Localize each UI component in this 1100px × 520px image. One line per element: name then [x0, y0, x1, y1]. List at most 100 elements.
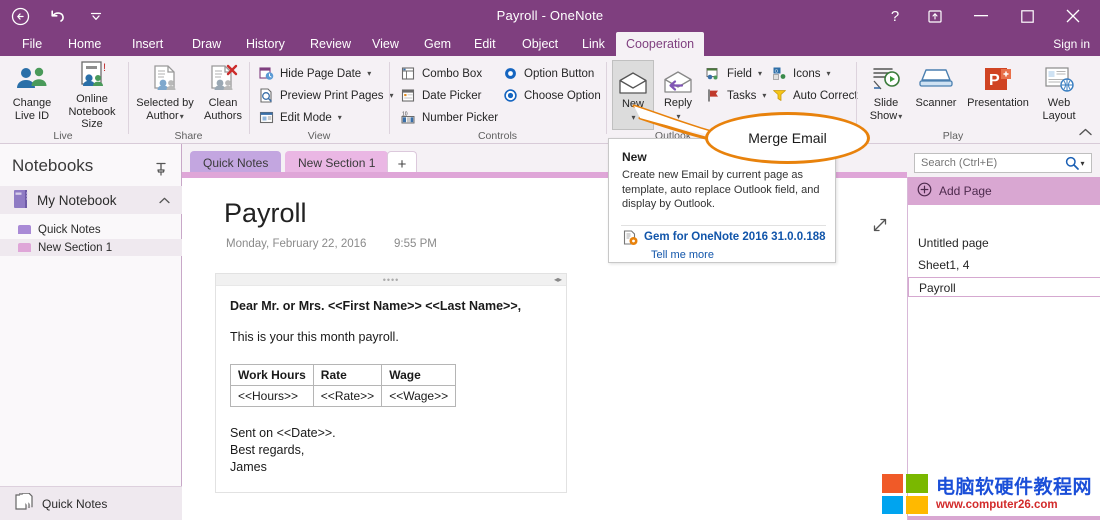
tab-object[interactable]: Object [512, 32, 568, 56]
clean-authors-button[interactable]: CleanAuthors [198, 60, 248, 130]
collapse-ribbon-icon[interactable] [1079, 128, 1092, 139]
tab-file[interactable]: File [12, 32, 52, 56]
page-list-item-sheet1[interactable]: Sheet1, 4 [908, 255, 1100, 275]
number-picker-label: Number Picker [422, 112, 498, 124]
search-box[interactable]: ▾ [914, 153, 1092, 173]
close-icon[interactable] [1050, 2, 1096, 30]
notebook-item-my-notebook[interactable]: My Notebook [0, 186, 182, 214]
selected-by-author-button[interactable]: Selected byAuthor▾ [132, 60, 198, 130]
page-date[interactable]: Monday, February 22, 2016 [226, 238, 366, 250]
note-body[interactable]: Dear Mr. or Mrs. <<First Name>> <<Last N… [216, 286, 566, 492]
chevron-down-icon[interactable]: ▾ [367, 69, 371, 78]
title-bar: Payroll - OneNote ? [0, 0, 1100, 32]
minimize-icon[interactable] [958, 2, 1004, 30]
chevron-up-icon[interactable] [159, 193, 170, 207]
help-icon[interactable]: ? [878, 2, 912, 30]
svg-text:O: O [775, 68, 779, 73]
clean-authors-icon [207, 60, 239, 94]
pin-icon[interactable] [155, 162, 167, 179]
preview-print-pages-label: Preview Print Pages [280, 90, 384, 102]
selected-by-author-label-1: Selected by [136, 97, 193, 109]
option-button-button[interactable]: Option Button [499, 63, 597, 84]
date-picker-button[interactable]: Date Picker [397, 85, 484, 106]
clean-authors-label-2: Authors [204, 110, 242, 122]
chevron-down-icon[interactable]: ▾ [180, 112, 184, 121]
chevron-down-icon[interactable]: ▾ [827, 69, 831, 78]
chevron-down-icon[interactable]: ▾ [762, 91, 766, 100]
restore-icon[interactable] [1004, 2, 1050, 30]
tab-view[interactable]: View [362, 32, 409, 56]
tooltip-product-link[interactable]: Gem for OneNote 2016 31.0.0.188 [644, 231, 826, 243]
note-container[interactable]: •••• ◂▸ Dear Mr. or Mrs. <<First Name>> … [215, 273, 567, 493]
tab-history[interactable]: History [236, 32, 295, 56]
section-color-swatch [18, 243, 31, 252]
tooltip-tell-me-more-link[interactable]: Tell me more [651, 249, 714, 261]
ribbon-display-options-icon[interactable] [912, 2, 958, 30]
payroll-table[interactable]: Work Hours Rate Wage <<Hours>> <<Rate>> … [230, 364, 456, 407]
page-list-item-payroll[interactable]: Payroll [908, 277, 1100, 297]
number-picker-button[interactable]: 10 Number Picker [397, 107, 501, 128]
chevron-down-icon[interactable]: ▾ [338, 113, 342, 122]
chevron-down-icon[interactable]: ▾ [1081, 159, 1092, 168]
slide-show-button[interactable]: SlideShow▾ [862, 60, 910, 130]
tab-gem[interactable]: Gem [414, 32, 461, 56]
new-email-icon [618, 61, 648, 95]
note-regards: Best regards, [230, 442, 552, 459]
note-container-handle[interactable]: •••• ◂▸ [216, 274, 566, 286]
tab-insert[interactable]: Insert [122, 32, 173, 56]
outlook-icons-label: Icons [793, 68, 821, 80]
sidebar-section-quick-notes[interactable]: Quick Notes [0, 221, 182, 238]
change-live-id-label-2: Live ID [15, 110, 49, 122]
tab-draw[interactable]: Draw [182, 32, 231, 56]
page-time[interactable]: 9:55 PM [394, 238, 437, 250]
notebooks-heading: Notebooks [12, 156, 93, 176]
chevron-down-icon[interactable]: ▾ [898, 112, 902, 121]
quick-notes-button[interactable]: Quick Notes [0, 486, 182, 520]
chevron-down-icon[interactable]: ▾ [758, 69, 762, 78]
tab-cooperation[interactable]: Cooperation [616, 32, 704, 56]
add-page-icon [917, 182, 932, 200]
note-greeting: Dear Mr. or Mrs. <<First Name>> <<Last N… [230, 298, 552, 315]
online-notebook-size-button[interactable]: ! OnlineNotebook Size [58, 60, 126, 130]
web-layout-icon [1043, 60, 1075, 94]
table-header-wage: Wage [382, 365, 456, 386]
outlook-icons-button[interactable]: O Icons ▾ [768, 63, 834, 84]
note-spacer [230, 411, 552, 425]
choose-option-button[interactable]: Choose Option [499, 85, 604, 106]
auto-correct-button[interactable]: Auto Correct [768, 85, 861, 106]
edit-mode-button[interactable]: Edit Mode ▾ [255, 107, 345, 128]
table-cell-rate: <<Rate>> [313, 386, 381, 407]
gem-addin-icon [623, 230, 638, 249]
change-live-id-button[interactable]: ChangeLive ID [0, 60, 64, 130]
tab-home[interactable]: Home [58, 32, 111, 56]
clean-authors-label-1: Clean [209, 97, 238, 109]
note-spacer [230, 346, 552, 360]
tab-review[interactable]: Review [300, 32, 361, 56]
number-picker-icon: 10 [400, 109, 417, 126]
outlook-field-button[interactable]: Field ▾ [702, 63, 765, 84]
full-page-view-icon[interactable] [873, 218, 887, 235]
hide-page-date-button[interactable]: Hide Page Date ▾ [255, 63, 374, 84]
search-input[interactable] [915, 157, 1063, 169]
sidebar-section-new-section-1[interactable]: New Section 1 [0, 239, 182, 256]
add-page-button[interactable]: Add Page [908, 177, 1100, 205]
window-controls: ? [878, 2, 1096, 30]
presentation-button[interactable]: P Presentation [962, 60, 1034, 130]
scanner-button[interactable]: Scanner [910, 60, 962, 130]
notebook-navigation-pane: Notebooks My Notebook Quick Notes New Se… [0, 144, 182, 520]
merge-email-callout: Merge Email [705, 112, 870, 164]
preview-print-pages-button[interactable]: Preview Print Pages ▾ [255, 85, 397, 106]
page-list-item-untitled[interactable]: Untitled page [908, 233, 1100, 253]
online-notebook-size-icon: ! [76, 60, 108, 90]
sign-in-link[interactable]: Sign in [1053, 32, 1090, 56]
web-layout-button[interactable]: WebLayout [1034, 60, 1084, 130]
watermark-site-name: 电脑软硬件教程网 [936, 477, 1092, 498]
combo-box-button[interactable]: Combo Box [397, 63, 485, 84]
watermark: 电脑软硬件教程网 www.computer26.com [882, 474, 1092, 514]
date-picker-label: Date Picker [422, 90, 481, 102]
tab-link[interactable]: Link [572, 32, 615, 56]
tab-edit[interactable]: Edit [464, 32, 506, 56]
page-title[interactable]: Payroll [224, 198, 307, 229]
search-icon[interactable] [1063, 156, 1081, 170]
resize-handle-icon[interactable]: ◂▸ [554, 275, 562, 284]
